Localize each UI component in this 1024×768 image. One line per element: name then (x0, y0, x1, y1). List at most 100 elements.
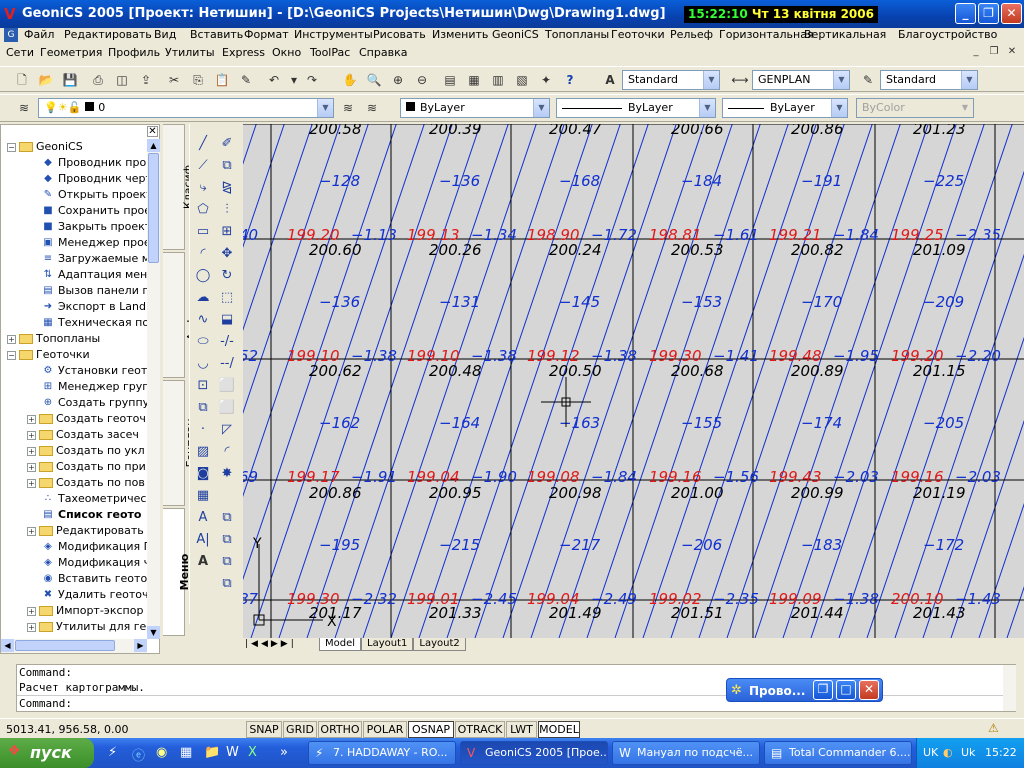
design-center-icon[interactable]: ▦ (464, 71, 484, 89)
tree-item[interactable]: ✖ Удалить геоточ (27, 587, 147, 603)
mdi-restore-button[interactable]: ❐ (986, 45, 1002, 59)
layer-manager-icon[interactable]: ≋ (14, 99, 34, 117)
title-bar[interactable]: V GeoniCS 2005 [Проект: Нетишин] - [D:\G… (0, 0, 1024, 28)
tree-item[interactable]: ⊞ Менеджер груп (27, 379, 147, 395)
save-icon[interactable]: 💾 (60, 71, 80, 89)
table-icon[interactable]: ▦ (192, 486, 214, 506)
expand-icon[interactable]: + (27, 430, 36, 440)
plotstyle-select[interactable]: ByColor ▼ (856, 98, 974, 118)
dim-style-select[interactable]: GENPLAN ▼ (752, 70, 850, 90)
menu-item[interactable]: Окно (272, 46, 301, 60)
menu-item[interactable]: Топопланы (545, 28, 609, 42)
scroll-thumb[interactable] (148, 153, 159, 263)
zoom-window-icon[interactable]: ⊕ (388, 71, 408, 89)
draworder-above-icon[interactable]: ⧉ (216, 552, 238, 572)
float-restore-button[interactable]: ❐ (813, 680, 833, 700)
sheet-set-icon[interactable]: ▧ (512, 71, 532, 89)
scroll-up-icon[interactable]: ▲ (147, 139, 160, 152)
menu-item[interactable]: Сети (6, 46, 34, 60)
multiline-text-icon[interactable]: A (192, 508, 214, 528)
new-file-icon[interactable]: 🗋 (12, 71, 32, 89)
quicklaunch-ie-icon[interactable]: ⓔ (132, 745, 145, 764)
draworder-under-icon[interactable]: ⧉ (216, 574, 238, 594)
draworder-front-icon[interactable]: ⧉ (216, 508, 238, 528)
vtab-2[interactable]: Генплан (163, 380, 197, 506)
help-icon[interactable]: ? (560, 71, 580, 89)
draworder-back-icon[interactable]: ⧉ (216, 530, 238, 550)
tree-item[interactable]: ▤ Вызов панели г (27, 283, 147, 299)
layer-select[interactable]: 💡☀🔓 0 ▼ (38, 98, 334, 118)
vtab-3[interactable]: Меню (163, 508, 191, 636)
panel-close-icon[interactable]: ✕ (147, 126, 158, 137)
linetype-select[interactable]: ByLayer ▼ (556, 98, 716, 118)
circle-icon[interactable]: ◯ (192, 266, 214, 286)
spline-icon[interactable]: ∿ (192, 310, 214, 330)
drawing-canvas[interactable]: 200.58 −128 199.20 −1.13 200.39 −136 199.13 −1.… (243, 124, 1024, 638)
command-scrollbar[interactable] (1003, 665, 1016, 711)
point-icon[interactable]: · (192, 420, 214, 440)
tray-settings-icon[interactable]: ⚠ (988, 721, 999, 735)
make-current-layer-icon[interactable]: ≋ (338, 99, 358, 117)
quicklaunch-word-icon[interactable]: W (226, 745, 239, 760)
erase-icon[interactable]: ✐ (216, 134, 238, 154)
expand-icon[interactable]: + (27, 478, 36, 488)
menu-item[interactable]: ToolPac (310, 46, 350, 60)
mdi-minimize-button[interactable]: _ (968, 45, 984, 59)
layout-tab-1[interactable]: Layout1 (361, 638, 414, 651)
polygon-icon[interactable]: ⬠ (192, 200, 214, 220)
expand-icon[interactable]: + (27, 606, 36, 616)
menu-item[interactable]: Инструменты (294, 28, 373, 42)
polyline-icon[interactable]: ⤷ (192, 178, 214, 198)
tree-item[interactable]: ✎ Открыть проект (27, 187, 147, 203)
menu-item[interactable]: Express (222, 46, 265, 60)
hatch-icon[interactable]: ▨ (192, 442, 214, 462)
preview-icon[interactable]: ◫ (112, 71, 132, 89)
tree-item[interactable]: ◈ Модификация Г (27, 539, 147, 555)
layout-tab-2[interactable]: Layout2 (413, 638, 466, 651)
status-toggle-model[interactable]: MODEL (538, 721, 580, 738)
taskbar-expand-icon[interactable]: » (280, 745, 288, 760)
break-icon[interactable]: ⬜ (216, 376, 238, 396)
mirror-icon[interactable]: ⧎ (216, 178, 238, 198)
tree-item[interactable]: ◆ Проводник черт (27, 171, 147, 187)
document-icon[interactable]: G (4, 28, 18, 42)
status-toggle-polar[interactable]: POLAR (363, 721, 407, 738)
task-button[interactable]: ▤ Total Commander 6.... (764, 741, 912, 765)
move-icon[interactable]: ✥ (216, 244, 238, 264)
make-block-icon[interactable]: ⧉ (192, 398, 214, 418)
tree-folder[interactable]: + Топопланы (7, 331, 100, 347)
table-style-select[interactable]: Standard ▼ (880, 70, 978, 90)
menu-item[interactable]: Благоустройство (898, 28, 997, 42)
menu-item[interactable]: GeoniCS (492, 28, 539, 42)
tree-item[interactable]: ◈ Модификация ч (27, 555, 147, 571)
quicklaunch-explorer-icon[interactable]: 📁 (204, 745, 220, 760)
explorer-float-window[interactable]: ✲ Прово... ❐ □ ✕ (726, 678, 883, 702)
chevron-down-icon[interactable]: ▼ (961, 71, 977, 89)
status-toggle-otrack[interactable]: OTRACK (455, 721, 505, 738)
text-style-select[interactable]: Standard ▼ (622, 70, 720, 90)
tree-folder[interactable]: + Создать геоточ (27, 411, 146, 427)
tree-item[interactable]: ▤ Список геото (27, 507, 141, 523)
menu-item[interactable]: Рельеф (670, 28, 713, 42)
trim-icon[interactable]: -/- (216, 332, 238, 352)
tree-folder[interactable]: + Редактировать (27, 523, 144, 539)
hscroll-thumb[interactable] (15, 640, 115, 651)
menu-item[interactable]: Геоточки (611, 28, 665, 42)
print-icon[interactable]: ⎙ (88, 71, 108, 89)
tree-item[interactable]: ■ Сохранить прое (27, 203, 147, 219)
start-button[interactable]: ❖ пуск (0, 738, 94, 768)
copy-icon[interactable]: ⎘ (188, 71, 208, 89)
tree-folder[interactable]: + Импорт-экспор (27, 603, 143, 619)
rectangle-icon[interactable]: ▭ (192, 222, 214, 242)
tree-item[interactable]: ⊕ Создать группу (27, 395, 147, 411)
menu-item[interactable]: Горизонтальная (719, 28, 814, 42)
tab-nav-arrows-icon[interactable]: |◀◀▶▶| (245, 639, 297, 649)
collapse-icon[interactable]: − (7, 350, 16, 360)
stretch-icon[interactable]: ⬓ (216, 310, 238, 330)
menu-item[interactable]: Вид (154, 28, 176, 42)
dim-style-icon[interactable]: ⟷ (730, 71, 750, 89)
chamfer-icon[interactable]: ◸ (216, 420, 238, 440)
task-button[interactable]: ⚡ 7. HADDAWAY - RO... (308, 741, 456, 765)
ellipse-icon[interactable]: ⬭ (192, 332, 214, 352)
chevron-down-icon[interactable]: ▼ (831, 99, 847, 117)
